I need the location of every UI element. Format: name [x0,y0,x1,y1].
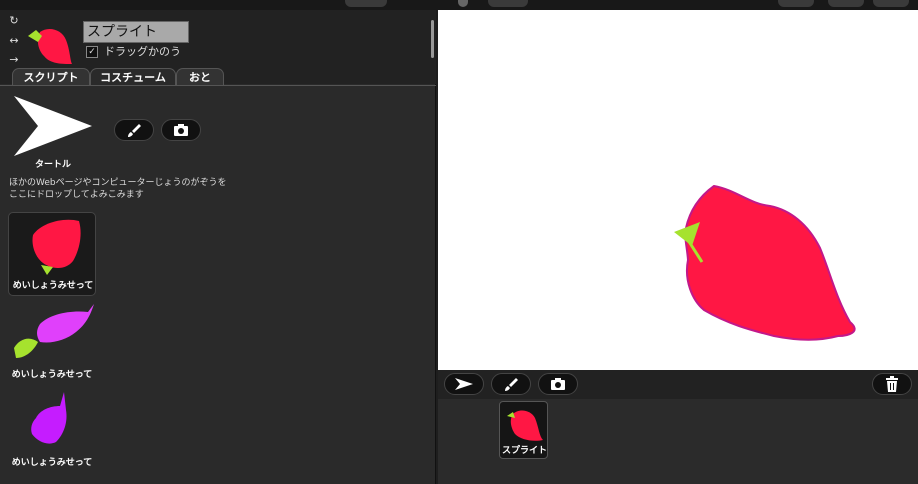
tab-costumes[interactable]: コスチューム [90,68,176,85]
stage-toolbar [438,370,918,399]
turtle-label: タートル [34,160,71,170]
camera-icon [551,378,565,390]
costume-item[interactable]: めいしょうみせって [8,388,96,472]
stage[interactable] [438,10,918,370]
brush-icon [505,378,518,391]
costume-item[interactable]: めいしょうみせって [8,300,96,384]
top-control[interactable] [488,0,528,7]
rotate-flip-icon[interactable]: ↔ [7,34,21,48]
paint-costume-button[interactable] [114,119,154,141]
rotate-none-icon[interactable]: → [7,53,21,67]
sprite-name-field[interactable]: スプライト [83,21,189,43]
draggable-checkbox[interactable]: ✓ [86,46,98,58]
costume-label: めいしょうみせって [12,281,94,291]
top-control[interactable] [828,0,864,7]
corral-sprite-thumbnail [507,410,543,441]
top-control[interactable] [873,0,909,7]
top-strip [0,0,918,10]
turtle-costume-icon[interactable] [10,94,94,158]
costume-label: めいしょうみせって [11,370,93,380]
trash-icon [886,376,898,392]
tab-scripts[interactable]: スクリプト [12,68,90,85]
costume-thumbnail [31,392,67,444]
drop-hint: ほかのWebページやコンピューターじょうのがぞうを ここにドロップしてよみこみま… [9,177,249,201]
camera-costume-button[interactable] [161,119,201,141]
paint-sprite-button[interactable] [491,373,531,395]
tab-sounds[interactable]: おと [176,68,224,85]
brush-icon [128,124,141,137]
camera-icon [174,124,188,136]
corral-sprite-label: スプライト [501,446,547,456]
sprite-corral: スプライト [438,399,918,484]
tab-divider [0,85,436,86]
editor-tabs: スクリプト コスチューム おと [0,68,436,85]
drop-hint-line: ほかのWebページやコンピューターじょうのがぞうを [9,178,227,188]
costume-label: めいしょうみせって [11,458,93,468]
top-control[interactable] [345,0,387,7]
drop-hint-line: ここにドロップしてよみこみます [9,190,144,200]
turtle-icon [455,378,473,390]
sprite-thumbnail [28,28,72,64]
delete-sprite-button[interactable] [872,373,912,395]
stage-sprite[interactable] [438,10,918,370]
corral-sprite-item[interactable]: スプライト [499,401,548,459]
top-control[interactable] [778,0,814,7]
header-scrollbar[interactable] [431,20,434,58]
costume-thumbnail [14,304,94,358]
camera-sprite-button[interactable] [538,373,578,395]
sprite-editor-pane: ↻ ↔ → スプライト ✓ ドラッグかのう スクリプト コスチューム おと ター… [0,10,436,484]
draggable-label: ドラッグかのう [104,45,181,58]
costume-item[interactable]: めいしょうみせって [8,212,96,296]
top-control[interactable] [458,0,468,7]
new-turtle-sprite-button[interactable] [444,373,484,395]
rotate-any-icon[interactable]: ↻ [7,14,21,28]
costume-thumbnail [32,219,81,275]
